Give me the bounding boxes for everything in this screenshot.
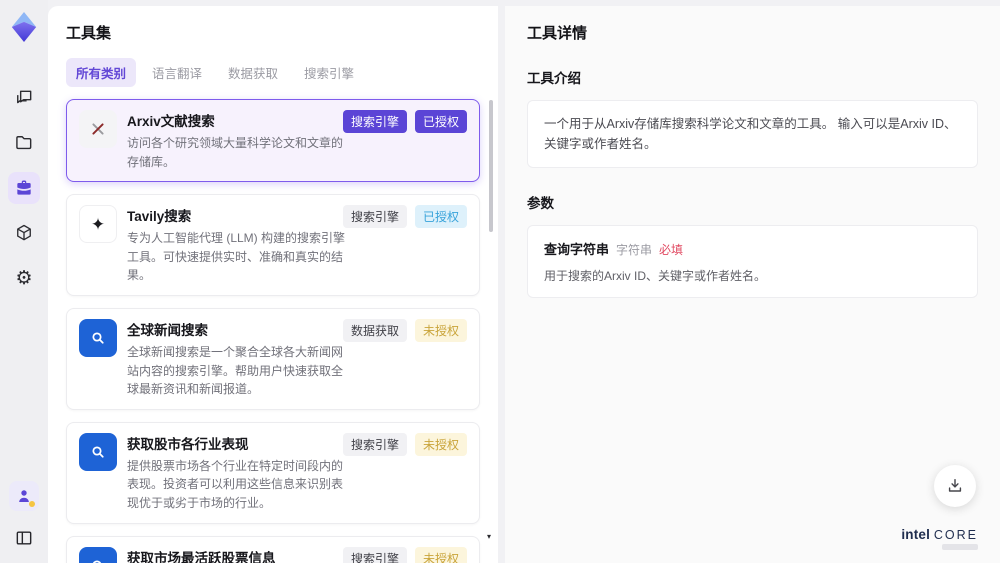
tool-name: 获取股市各行业表现 [127,436,249,452]
sidebar-item-files[interactable] [8,127,40,159]
tab-category-1[interactable]: 语言翻译 [142,58,212,87]
category-tag: 搜索引擎 [342,110,407,133]
folder-icon [14,133,34,153]
param-list: 查询字符串 字符串 必填用于搜索的Arxiv ID、关键字或作者姓名。 [527,225,978,298]
param-name: 查询字符串 [544,242,610,257]
sidebar-item-models[interactable] [8,217,40,249]
cube-icon [14,223,34,243]
category-tag: 搜索引擎 [342,546,407,563]
app-window: ⚙ 工具集 所有类别 语言翻译 数据获取 搜索引擎 Arxiv文献搜索 访问各个研究领域… [0,0,1000,563]
param-type: 字符串 [616,243,653,257]
download-button[interactable] [934,465,976,507]
intel-badge-bar [942,544,978,550]
search-app-icon [79,546,117,563]
tool-card-list: Arxiv文献搜索 访问各个研究领域大量科学论文和文章的存储库。 搜索引擎 已授权 ✦ T… [66,99,480,563]
search-app-icon [79,318,117,357]
card-tags: 搜索引擎 已授权 [342,205,467,229]
tool-card[interactable]: Arxiv文献搜索访问各个研究领域大量科学论文和文章的存储库。 搜索引擎 已授权 [66,99,480,183]
app-logo-icon [7,8,41,46]
tool-details-panel: 工具详情 工具介绍 一个用于从Arxiv存储库搜索科学论文和文章的工具。 输入可… [505,6,1000,563]
intro-heading: 工具介绍 [527,71,581,86]
tab-category-3[interactable]: 搜索引擎 [294,58,364,87]
tool-name: 全球新闻搜索 [127,322,208,338]
avatar[interactable] [9,481,39,511]
arxiv-logo-icon [79,110,117,148]
param-head: 查询字符串 字符串 必填 [544,239,961,258]
tool-name: Tavily搜索 [127,209,192,225]
tool-description: 提供股票市场各个行业在特定时间段内的表现。投资者可以利用这些信息来识别表现优于或… [127,458,344,510]
auth-status-badge: 未授权 [414,546,467,563]
tool-intro-text: 一个用于从Arxiv存储库搜索科学论文和文章的工具。 输入可以是Arxiv ID… [527,100,978,168]
gear-icon: ⚙ [15,267,33,289]
tool-card[interactable]: 全球新闻搜索全球新闻搜索是一个聚合全球各大新闻网站内容的搜索引擎。帮助用户快速获… [66,307,480,410]
toolset-tabs: 所有类别 语言翻译 数据获取 搜索引擎 [66,58,480,87]
status-dot [29,501,35,507]
scrollbar-thumb[interactable] [489,100,493,232]
sidebar-bottom [9,481,39,553]
category-tag: 数据获取 [342,318,407,342]
briefcase-icon [14,178,34,198]
auth-status-badge: 未授权 [414,432,467,456]
details-title: 工具详情 [527,25,588,42]
card-tags: 数据获取 未授权 [342,318,467,342]
sidebar-toggle-icon [16,531,32,545]
tab-category-0[interactable]: 所有类别 [66,58,137,87]
sidebar-item-settings[interactable]: ⚙ [8,262,40,294]
sparkle-icon: ✦ [79,205,117,244]
tool-card[interactable]: 获取市场最活跃股票信息提供当天交易量最高的股票列表。投资者可以利用这些信息来识别… [66,535,480,563]
tool-description: 全球新闻搜索是一个聚合全球各大新闻网站内容的搜索引擎。帮助用户快速获取全球最新资… [127,344,344,397]
tool-card[interactable]: 获取股市各行业表现提供股票市场各个行业在特定时间段内的表现。投资者可以利用这些信… [66,421,480,524]
panel-toggle-button[interactable] [9,523,39,553]
sidebar-nav: ⚙ [8,82,40,294]
scrollbar[interactable]: ▾ [487,92,494,555]
tool-name: Arxiv文献搜索 [127,114,215,129]
param-description: 用于搜索的Arxiv ID、关键字或作者姓名。 [544,269,767,283]
intel-brand-text: intel [901,526,931,542]
sidebar-item-tools[interactable] [8,172,40,204]
tool-description: 访问各个研究领域大量科学论文和文章的存储库。 [127,136,344,169]
scroll-down-icon[interactable]: ▾ [487,532,491,541]
download-icon [948,479,962,492]
tool-description: 专为人工智能代理 (LLM) 构建的搜索引擎工具。可快速提供实时、准确和真实的结… [127,231,346,283]
tab-category-2[interactable]: 数据获取 [218,58,288,87]
card-tags: 搜索引擎 未授权 [342,432,467,456]
auth-status-badge: 未授权 [414,318,467,342]
intel-core-logo: intel core [901,526,978,550]
toolset-title: 工具集 [66,25,112,42]
auth-status-badge: 已授权 [414,110,467,133]
tool-card[interactable]: ✦ Tavily搜索专为人工智能代理 (LLM) 构建的搜索引擎工具。可快速提供实… [66,194,480,296]
sidebar-item-chat[interactable] [8,82,40,114]
sidebar: ⚙ [0,0,48,563]
param-required-badge: 必填 [659,243,684,257]
toolset-panel: 工具集 所有类别 语言翻译 数据获取 搜索引擎 Arxiv文献搜索 访问各个研究领域大量… [48,6,498,563]
card-tags: 搜索引擎 未授权 [342,546,467,563]
params-heading: 参数 [527,196,554,211]
main-content: 工具集 所有类别 语言翻译 数据获取 搜索引擎 Arxiv文献搜索 访问各个研究领域大量… [48,0,1000,563]
auth-status-badge: 已授权 [414,205,467,229]
param-card: 查询字符串 字符串 必填用于搜索的Arxiv ID、关键字或作者姓名。 [527,225,978,298]
chat-icon [14,88,34,108]
search-app-icon [79,432,117,471]
tool-name: 获取市场最活跃股票信息 [127,550,276,563]
card-tags: 搜索引擎 已授权 [342,110,467,133]
category-tag: 搜索引擎 [342,432,407,456]
category-tag: 搜索引擎 [342,205,407,229]
intel-core-text: core [933,527,978,542]
